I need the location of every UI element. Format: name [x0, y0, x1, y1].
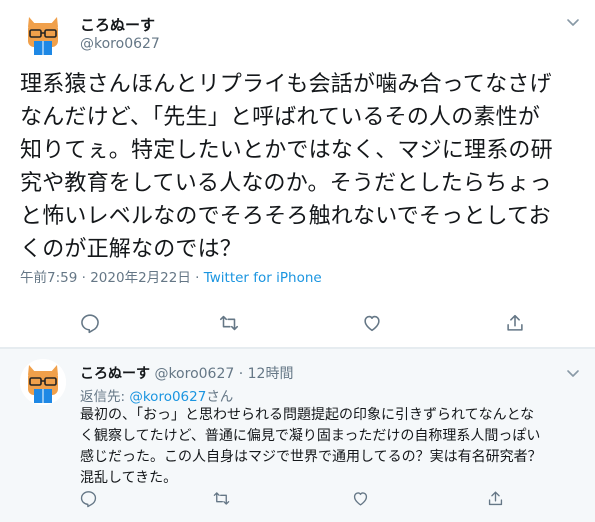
display-name[interactable]: ころぬーす — [80, 366, 150, 382]
tweet-meta: 午前7:59 · 2020年2月22日 · Twitter for iPhone — [20, 266, 322, 286]
reply-suffix: さん — [206, 389, 234, 405]
retweet-icon[interactable] — [212, 489, 231, 508]
fox-avatar-icon — [20, 359, 66, 405]
reply-prefix: 返信先: — [80, 389, 130, 405]
tweet-time[interactable]: 12時間 — [248, 366, 294, 382]
reply-icon[interactable] — [79, 489, 98, 508]
user-handle[interactable]: @koro0627 — [154, 366, 234, 382]
user-handle[interactable]: @koro0627 — [80, 36, 160, 52]
reply-header: ころぬーす @koro0627 · 12時間 — [80, 363, 293, 383]
fox-avatar-icon — [20, 11, 66, 57]
meta-separator: · — [238, 366, 244, 382]
mention-link[interactable]: @koro0627 — [129, 389, 206, 405]
replying-to: 返信先: @koro0627さん — [80, 385, 233, 405]
tweet-text: 最初の、「おっ」と思わせられる問題提起の印象に引きずられてなんとな く観察してた… — [80, 407, 542, 486]
reply-tweet[interactable]: ころぬーす @koro0627 · 12時間 返信先: @koro0627さん … — [0, 348, 595, 522]
share-icon[interactable] — [486, 489, 505, 508]
tweet-time[interactable]: 午前7:59 — [20, 270, 77, 286]
chevron-down-icon[interactable] — [565, 365, 581, 381]
heart-icon[interactable] — [351, 489, 370, 508]
display-name[interactable]: ころぬーす — [80, 14, 155, 35]
main-tweet: ころぬーす @koro0627 理系猿さんほんとリプライも会話が噛み合ってなさげ… — [0, 0, 595, 348]
chevron-down-icon[interactable] — [565, 14, 581, 30]
tweet-text: 理系猿さんほんとリプライも会話が噛み合ってなさげ なんだけど、「先生」と呼ばれて… — [20, 72, 553, 262]
avatar[interactable] — [20, 11, 66, 57]
retweet-icon[interactable] — [218, 312, 240, 334]
tweet-source-link[interactable]: Twitter for iPhone — [204, 270, 322, 286]
heart-icon[interactable] — [361, 312, 383, 334]
tweet-date[interactable]: 2020年2月22日 — [90, 270, 191, 286]
reply-icon[interactable] — [79, 312, 101, 334]
avatar[interactable] — [20, 359, 66, 405]
meta-separator: · — [195, 270, 200, 286]
meta-separator: · — [81, 270, 86, 286]
share-icon[interactable] — [504, 312, 526, 334]
